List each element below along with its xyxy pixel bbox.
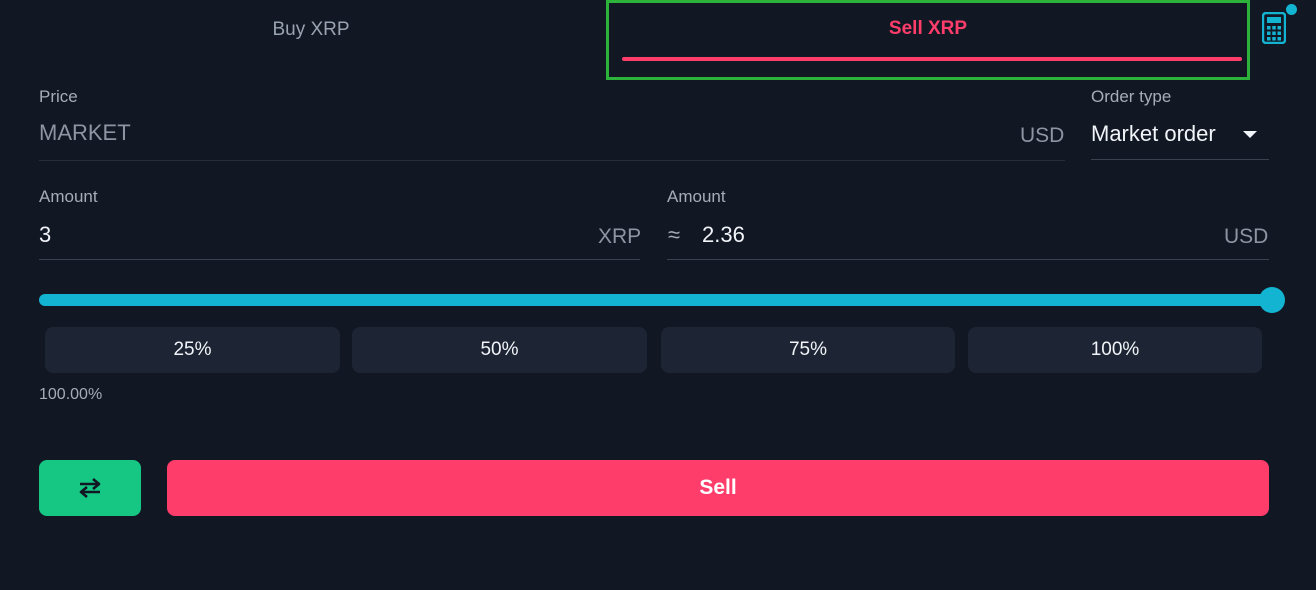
caret-down-icon [1243,130,1257,138]
amount-base-label: Amount [39,187,98,206]
amount-base-input[interactable] [39,222,579,248]
percent-100-button[interactable]: 100% [968,327,1262,373]
price-field[interactable]: MARKET [39,120,131,146]
amount-quote-unit: USD [1224,225,1269,248]
order-type-value: Market order [1091,121,1216,146]
amount-base-unit: XRP [598,225,642,248]
swap-arrows-icon [79,478,101,498]
sell-button[interactable]: Sell [167,460,1269,516]
tab-buy[interactable]: Buy XRP [0,0,622,60]
order-type-label: Order type [1091,87,1172,106]
amount-quote-label: Amount [667,187,726,206]
amount-quote-input[interactable] [702,222,1202,248]
calculator-button[interactable] [1262,4,1297,44]
percent-75-button[interactable]: 75% [661,327,955,373]
percent-25-button[interactable]: 25% [45,327,340,373]
price-underline [39,160,1065,161]
tab-active-underline [622,57,1242,61]
percent-50-button[interactable]: 50% [352,327,647,373]
percent-display: 100.00% [39,386,103,403]
price-unit: USD [1020,124,1065,147]
price-label: Price [39,87,78,106]
tab-sell-label: Sell XRP [888,18,968,39]
order-type-select[interactable]: Market order [1091,120,1269,148]
approx-icon: ≈ [668,222,681,247]
notification-dot [1286,4,1297,15]
calculator-icon [1262,12,1286,44]
swap-button[interactable] [39,460,141,516]
slider-thumb[interactable] [1259,287,1285,313]
tab-sell[interactable]: Sell XRP [606,0,1250,80]
order-type-underline [1091,159,1269,160]
slider-fill [39,294,1272,306]
amount-base-underline [39,259,640,260]
amount-slider[interactable] [39,287,1285,313]
amount-quote-underline [667,259,1269,260]
